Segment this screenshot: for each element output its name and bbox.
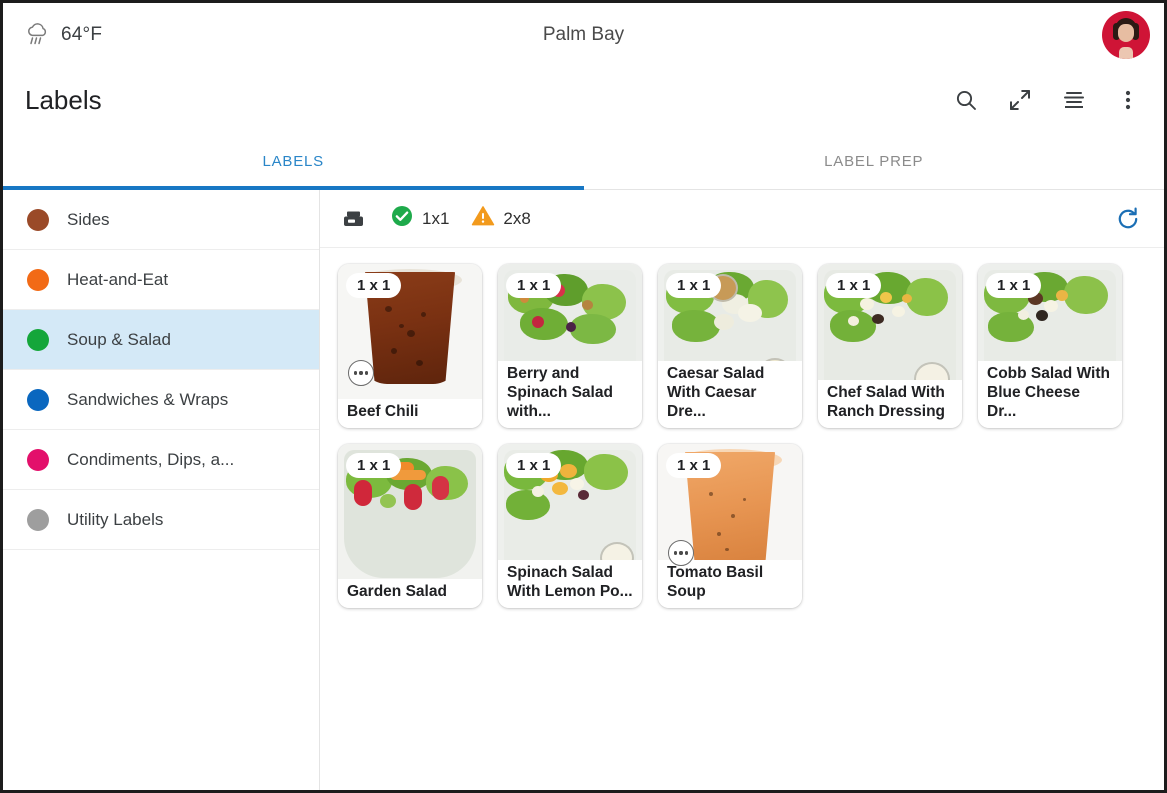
card-title: Caesar Salad With Caesar Dre... — [658, 360, 802, 428]
quantity-badge: 1 x 1 — [346, 453, 402, 479]
location-title: Palm Bay — [542, 23, 625, 45]
more-vertical-icon[interactable] — [1114, 86, 1142, 114]
card-more-button[interactable] — [348, 360, 374, 386]
content-toolbar: 1x1 2x8 — [320, 190, 1164, 248]
sidebar-item-label: Condiments, Dips, a... — [67, 449, 235, 469]
tab-bar: LABELS LABEL PREP — [3, 134, 1164, 190]
cards-area: 1 x 1 Beef Chili 1 x 1 Berry and Spinach… — [320, 248, 1164, 790]
sidebar-item-label: Soup & Salad — [67, 329, 171, 349]
label-card[interactable]: 1 x 1 Berry and Spinach Salad with... — [498, 264, 642, 428]
card-title: Berry and Spinach Salad with... — [498, 360, 642, 428]
label-card[interactable]: 1 x 1 Cobb Salad With Blue Cheese Dr... — [978, 264, 1122, 428]
label-card[interactable]: 1 x 1 Caesar Salad With Caesar Dre... — [658, 264, 802, 428]
card-title: Beef Chili — [338, 398, 482, 428]
card-title: Garden Salad — [338, 578, 482, 608]
quantity-badge: 1 x 1 — [986, 273, 1042, 299]
tab-labels[interactable]: LABELS — [3, 134, 584, 190]
category-color-dot — [27, 268, 49, 291]
avatar-face — [1118, 23, 1134, 42]
search-icon[interactable] — [952, 86, 980, 114]
label-card[interactable]: 1 x 1 Chef Salad With Ranch Dressing — [818, 264, 962, 428]
rain-cloud-icon — [25, 22, 51, 47]
quantity-badge: 1 x 1 — [666, 273, 722, 299]
weather-widget[interactable]: 64°F — [25, 22, 103, 47]
quantity-badge: 1 x 1 — [506, 453, 562, 479]
label-card[interactable]: 1 x 1 Spinach Salad With Lemon Po... — [498, 444, 642, 608]
quantity-badge: 1 x 1 — [506, 273, 562, 299]
avatar-neck — [1119, 46, 1133, 59]
label-content: 1x1 2x8 1 x 1 Beef Chili 1 x 1 Berry and… — [320, 190, 1164, 790]
body: Sides Heat-and-Eat Soup & Salad Sandwich… — [3, 190, 1164, 790]
page-header: Labels — [3, 66, 1164, 134]
category-color-dot — [27, 448, 49, 471]
sidebar-item-sandwiches-and-wraps[interactable]: Sandwiches & Wraps — [3, 370, 319, 430]
warning-triangle-icon — [471, 204, 495, 233]
status-chip-ok-label: 1x1 — [422, 208, 450, 228]
status-chip-warning[interactable]: 2x8 — [471, 204, 531, 233]
card-title: Chef Salad With Ranch Dressing — [818, 379, 962, 428]
sidebar-item-sides[interactable]: Sides — [3, 190, 319, 250]
card-title: Tomato Basil Soup — [658, 559, 802, 608]
sidebar-item-heat-and-eat[interactable]: Heat-and-Eat — [3, 250, 319, 310]
label-card[interactable]: 1 x 1 Beef Chili — [338, 264, 482, 428]
sidebar-item-label: Heat-and-Eat — [67, 269, 169, 289]
sidebar-item-label: Sides — [67, 209, 110, 229]
category-color-dot — [27, 208, 49, 231]
printer-icon[interactable] — [340, 205, 368, 233]
card-title: Cobb Salad With Blue Cheese Dr... — [978, 360, 1122, 428]
card-more-button[interactable] — [668, 540, 694, 566]
quantity-badge: 1 x 1 — [826, 273, 882, 299]
category-color-dot — [27, 388, 49, 411]
label-card[interactable]: 1 x 1 Tomato Basil Soup — [658, 444, 802, 608]
category-color-dot — [27, 508, 49, 531]
page-title: Labels — [25, 84, 102, 115]
category-color-dot — [27, 328, 49, 351]
tab-label-prep[interactable]: LABEL PREP — [584, 134, 1165, 189]
sidebar-item-label: Utility Labels — [67, 509, 164, 529]
sidebar-item-label: Sandwiches & Wraps — [67, 389, 229, 409]
temperature-text: 64°F — [61, 23, 103, 45]
header-actions — [952, 86, 1142, 114]
sidebar-item-utility-labels[interactable]: Utility Labels — [3, 490, 319, 550]
status-bar: 64°F Palm Bay — [3, 3, 1164, 66]
label-card-grid: 1 x 1 Beef Chili 1 x 1 Berry and Spinach… — [338, 264, 1146, 608]
quantity-badge: 1 x 1 — [666, 453, 722, 479]
category-sidebar: Sides Heat-and-Eat Soup & Salad Sandwich… — [3, 190, 320, 790]
expand-icon[interactable] — [1006, 86, 1034, 114]
quantity-badge: 1 x 1 — [346, 273, 402, 299]
check-circle-icon — [390, 204, 414, 233]
avatar[interactable] — [1102, 10, 1150, 59]
sidebar-item-condiments-dips[interactable]: Condiments, Dips, a... — [3, 430, 319, 490]
refresh-icon[interactable] — [1114, 205, 1142, 233]
print-queue-icon[interactable] — [1060, 86, 1088, 114]
sidebar-item-soup-and-salad[interactable]: Soup & Salad — [3, 310, 319, 370]
app-window: 64°F Palm Bay Labels LABELS LABEL PREP S… — [0, 0, 1167, 793]
status-chip-ok[interactable]: 1x1 — [390, 204, 449, 233]
label-card[interactable]: 1 x 1 Garden Salad — [338, 444, 482, 608]
status-chip-warning-label: 2x8 — [503, 208, 531, 228]
card-title: Spinach Salad With Lemon Po... — [498, 559, 642, 608]
